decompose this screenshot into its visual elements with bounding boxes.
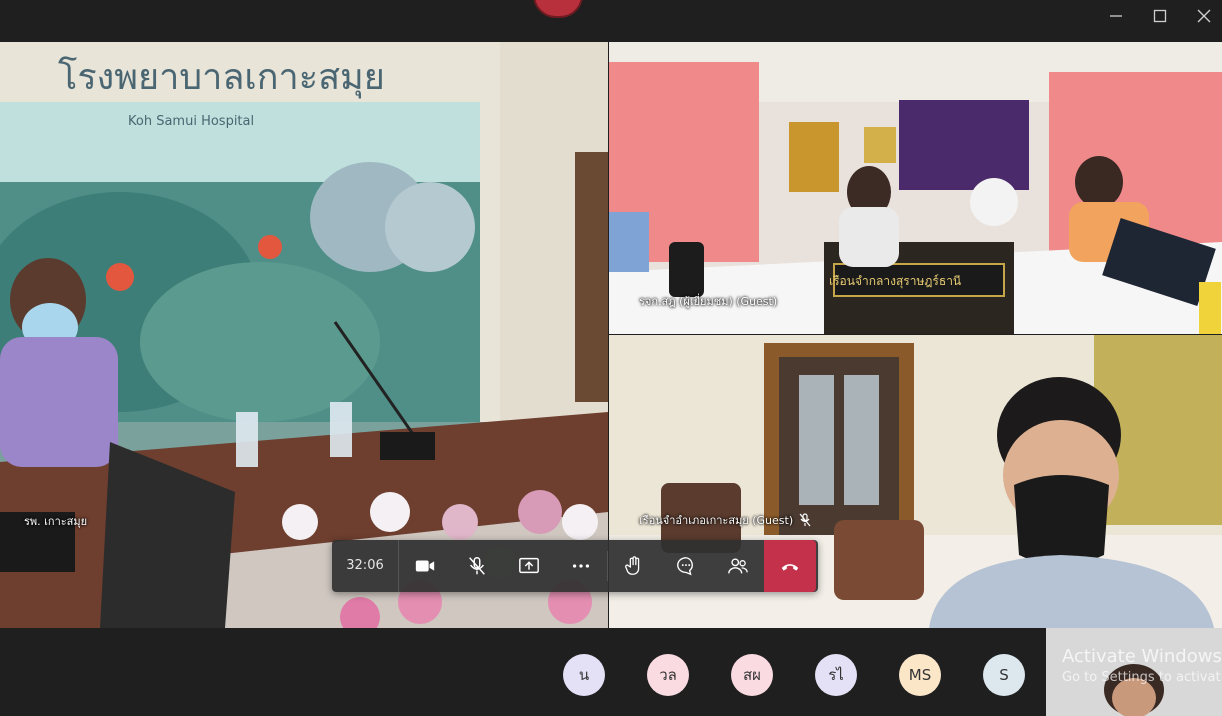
wall-text: โรงพยาบาลเกาะสมุย bbox=[58, 57, 385, 98]
raise-hand-icon[interactable] bbox=[608, 540, 660, 592]
meeting-timer: 32:06 bbox=[332, 540, 399, 592]
participant-avatar[interactable]: วล bbox=[647, 654, 689, 696]
participant-name-bottom-right: เรือนจำอำเภอเกาะสมุย (Guest) bbox=[639, 514, 794, 527]
participant-avatar[interactable]: น bbox=[563, 654, 605, 696]
activate-windows-title: Activate Windows bbox=[1062, 646, 1222, 667]
participant-avatar[interactable]: S bbox=[983, 654, 1025, 696]
minimize-icon[interactable] bbox=[1101, 6, 1131, 30]
hang-up-button[interactable] bbox=[764, 540, 816, 592]
recording-indicator bbox=[533, 0, 583, 18]
participant-avatar[interactable]: รไ bbox=[815, 654, 857, 696]
participant-avatar[interactable]: สผ bbox=[731, 654, 773, 696]
participant-name-main: รพ. เกาะสมุย bbox=[24, 515, 88, 528]
participant-name-top-right: รจก.สฎ (ผู้เยี่ยมชม) (Guest) bbox=[639, 295, 778, 308]
video-tile-top-right[interactable]: เรือนจำกลางสุราษฎร์ธานี รจก.สฎ (ผู้เยี่ย… bbox=[609, 42, 1222, 334]
meeting-controls: 32:06 bbox=[332, 540, 818, 592]
close-icon[interactable] bbox=[1189, 6, 1219, 30]
mic-off-icon[interactable] bbox=[451, 540, 503, 592]
hang-up-icon bbox=[781, 564, 799, 571]
mic-off-icon bbox=[799, 513, 811, 527]
maximize-icon[interactable] bbox=[1145, 6, 1175, 30]
activate-windows-subtitle: Go to Settings to activat bbox=[1062, 670, 1221, 685]
more-actions-icon[interactable] bbox=[555, 540, 607, 592]
prison-sign: เรือนจำกลางสุราษฎร์ธานี bbox=[829, 274, 962, 288]
participant-avatar[interactable]: MS bbox=[899, 654, 941, 696]
title-bar bbox=[0, 0, 1222, 42]
share-screen-icon[interactable] bbox=[503, 540, 555, 592]
participants-icon[interactable] bbox=[712, 540, 764, 592]
wall-subtext: Koh Samui Hospital bbox=[128, 114, 255, 129]
chat-icon[interactable] bbox=[660, 540, 712, 592]
participant-label-bottom-right: เรือนจำอำเภอเกาะสมุย (Guest) bbox=[639, 511, 811, 529]
video-camera-icon[interactable] bbox=[399, 540, 451, 592]
participant-strip: น วล สผ รไ MS S bbox=[0, 628, 1222, 716]
